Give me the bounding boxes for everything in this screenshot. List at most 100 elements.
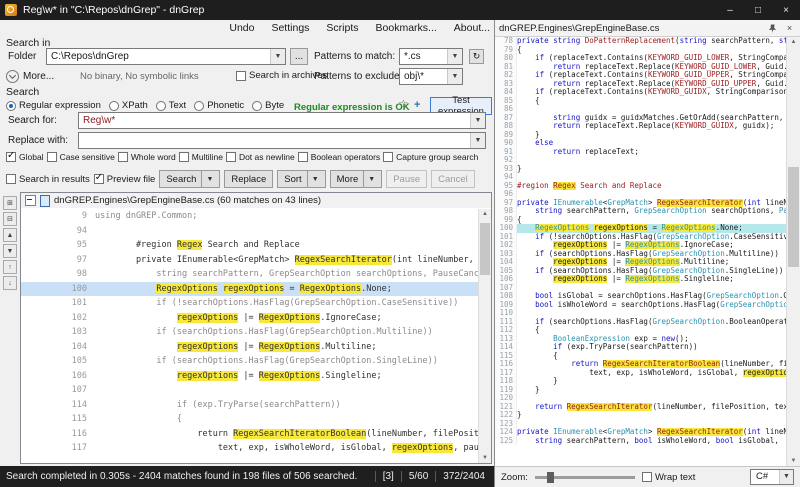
code-line[interactable]: 89 }	[495, 130, 787, 139]
option-case-sensitive-checkbox[interactable]: Case sensitive	[46, 152, 115, 162]
code-line[interactable]: 107	[495, 283, 787, 292]
code-line[interactable]: 94	[495, 172, 787, 182]
syntax-select[interactable]: C# ▼	[750, 469, 794, 485]
result-line[interactable]: 94	[21, 224, 479, 239]
code-line[interactable]: 100 RegexOptions regexOptions = RegexOpt…	[495, 223, 787, 233]
close-icon[interactable]: ×	[783, 22, 796, 35]
code-line[interactable]: 103 if (searchOptions.HasFlag(GrepSearch…	[495, 249, 787, 258]
code-line[interactable]: 125 string searchPattern, bool isWholeWo…	[495, 436, 787, 445]
replace-with-input[interactable]: ▼	[78, 132, 486, 149]
result-line[interactable]: 115 {	[21, 412, 479, 427]
chevron-down-icon[interactable]: ▼	[447, 69, 462, 84]
zoom-slider[interactable]	[534, 471, 635, 483]
code-line[interactable]: 116 return RegexSearchIteratorBoolean(li…	[495, 359, 787, 369]
code-line[interactable]: 124 private IEnumerable<GrepMatch> RegexS…	[495, 427, 787, 437]
patterns-to-exclude-combo[interactable]: obj\* ▼	[399, 68, 463, 85]
collapse-all-button[interactable]: ⊟	[3, 212, 17, 226]
result-line[interactable]: 107	[21, 383, 479, 398]
code-line[interactable]: 80 if (replaceText.Contains(KEYWORD_GUID…	[495, 53, 787, 63]
patterns-to-match-combo[interactable]: *.cs ▼	[399, 48, 463, 65]
code-line[interactable]: 93}	[495, 164, 787, 173]
code-line[interactable]: 82 if (replaceText.Contains(KEYWORD_GUID…	[495, 70, 787, 80]
option-boolean-operators-checkbox[interactable]: Boolean operators	[297, 152, 380, 162]
option-whole-word-checkbox[interactable]: Whole word	[117, 152, 176, 162]
wrap-text-checkbox[interactable]: Wrap text	[641, 472, 695, 483]
result-line[interactable]: 117 text, exp, isWholeWord, isGlobal, re…	[21, 441, 479, 456]
code-line[interactable]: 113 BooleanExpression exp = new();	[495, 334, 787, 343]
menu-item-about[interactable]: About...	[454, 22, 490, 34]
refresh-icon[interactable]: ↻	[469, 49, 484, 64]
result-line[interactable]: 95 #region Regex Search and Replace	[21, 238, 479, 253]
code-line[interactable]: 105 if (searchOptions.HasFlag(GrepSearch…	[495, 266, 787, 275]
option-global-checkbox[interactable]: Global	[6, 152, 44, 162]
code-line[interactable]: 112 {	[495, 325, 787, 335]
code-line[interactable]: 85 {	[495, 96, 787, 105]
results-scrollbar[interactable]: ▲ ▼	[478, 209, 491, 463]
scrollbar-thumb[interactable]	[788, 167, 799, 267]
code-line[interactable]: 81 return replaceText.Replace(KEYWORD_GU…	[495, 62, 787, 71]
menu-item-bookmarks[interactable]: Bookmarks...	[376, 22, 437, 34]
result-line[interactable]: 101 if (!searchOptions.HasFlag(GrepSearc…	[21, 296, 479, 311]
chevron-down-icon[interactable]: ▼	[447, 49, 462, 64]
code-line[interactable]: 90 else	[495, 138, 787, 148]
preview-scrollbar[interactable]: ▲ ▼	[786, 37, 800, 466]
code-line[interactable]: 108 bool isGlobal = searchOptions.HasFla…	[495, 291, 787, 301]
preview-code[interactable]: 78 private string DoPatternReplacement(st…	[495, 37, 787, 466]
menu-item-settings[interactable]: Settings	[271, 22, 309, 34]
code-line[interactable]: 86	[495, 104, 787, 114]
close-button[interactable]: ×	[772, 0, 800, 20]
code-line[interactable]: 98 string searchPattern, GrepSearchOptio…	[495, 206, 787, 216]
add-bookmark-icon[interactable]: +	[414, 99, 420, 111]
code-line[interactable]: 114 if (exp.TryParse(searchPattern))	[495, 342, 787, 352]
bookmark-star-icon[interactable]: ☆	[398, 97, 409, 111]
next-file-button[interactable]: ▼	[3, 244, 17, 258]
pin-icon[interactable]	[766, 22, 779, 35]
more-button[interactable]: More ▼	[329, 170, 383, 188]
mode-text[interactable]: Text	[155, 100, 186, 111]
code-line[interactable]: 97 private IEnumerable<GrepMatch> RegexSe…	[495, 198, 787, 207]
code-line[interactable]: 115 {	[495, 351, 787, 360]
code-line[interactable]: 95 #region Regex Search and Replace	[495, 181, 787, 190]
search-in-results-checkbox[interactable]: Search in results	[6, 174, 90, 185]
next-match-button[interactable]: ↓	[3, 276, 17, 290]
menu-item-undo[interactable]: Undo	[229, 22, 254, 34]
mode-xpath[interactable]: XPath	[108, 100, 148, 111]
code-line[interactable]: 123	[495, 419, 787, 428]
result-line[interactable]: 106 regexOptions |= RegexOptions.Singlel…	[21, 369, 479, 384]
chevron-down-icon[interactable]: ▼	[470, 113, 485, 128]
maximize-button[interactable]: □	[744, 0, 772, 20]
code-line[interactable]: 106 regexOptions |= RegexOptions.Singlel…	[495, 274, 787, 284]
result-line[interactable]: 114 if (exp.TryParse(searchPattern))	[21, 398, 479, 413]
chevron-down-icon[interactable]: ▼	[470, 133, 485, 148]
code-line[interactable]: 122}	[495, 410, 787, 420]
result-line[interactable]: 116 return RegexSearchIteratorBoolean(li…	[21, 427, 479, 442]
mode-byte[interactable]: Byte	[252, 100, 284, 111]
expand-all-button[interactable]: ⊞	[3, 196, 17, 210]
scroll-down-icon[interactable]: ▼	[479, 453, 491, 463]
scroll-up-icon[interactable]: ▲	[479, 209, 491, 219]
option-dot-as-newline-checkbox[interactable]: Dot as newline	[225, 152, 295, 162]
chevron-down-icon[interactable]: ▼	[270, 49, 285, 64]
scroll-down-icon[interactable]: ▼	[787, 456, 800, 466]
option-capture-group-search-checkbox[interactable]: Capture group search	[383, 152, 478, 162]
code-line[interactable]: 117 text, exp, isWholeWord, isGlobal, re…	[495, 368, 787, 377]
code-line[interactable]: 120	[495, 393, 787, 403]
mode-phonetic[interactable]: Phonetic	[194, 100, 244, 111]
more-expander[interactable]: More...	[6, 70, 54, 83]
result-line[interactable]: 97 private IEnumerable<GrepMatch> RegexS…	[21, 253, 479, 268]
code-line[interactable]: 110	[495, 308, 787, 318]
result-line[interactable]: 100 RegexOptions regexOptions = RegexOpt…	[21, 281, 479, 296]
code-line[interactable]: 119 }	[495, 385, 787, 394]
code-line[interactable]: 92	[495, 155, 787, 165]
scrollbar-thumb[interactable]	[480, 223, 490, 275]
replace-button[interactable]: Replace	[224, 170, 274, 188]
result-file-node[interactable]: dnGREP.Engines\GrepEngineBase.cs (60 mat…	[21, 193, 491, 208]
code-line[interactable]: 121 return RegexSearchIterator(lineNumbe…	[495, 402, 787, 411]
scroll-up-icon[interactable]: ▲	[787, 37, 800, 47]
previous-match-button[interactable]: ↑	[3, 260, 17, 274]
code-line[interactable]: 79{	[495, 45, 787, 54]
zoom-slider-thumb[interactable]	[546, 471, 554, 483]
option-multiline-checkbox[interactable]: Multiline	[178, 152, 223, 162]
code-line[interactable]: 101 if (!searchOptions.HasFlag(GrepSearc…	[495, 232, 787, 241]
previous-file-button[interactable]: ▲	[3, 228, 17, 242]
